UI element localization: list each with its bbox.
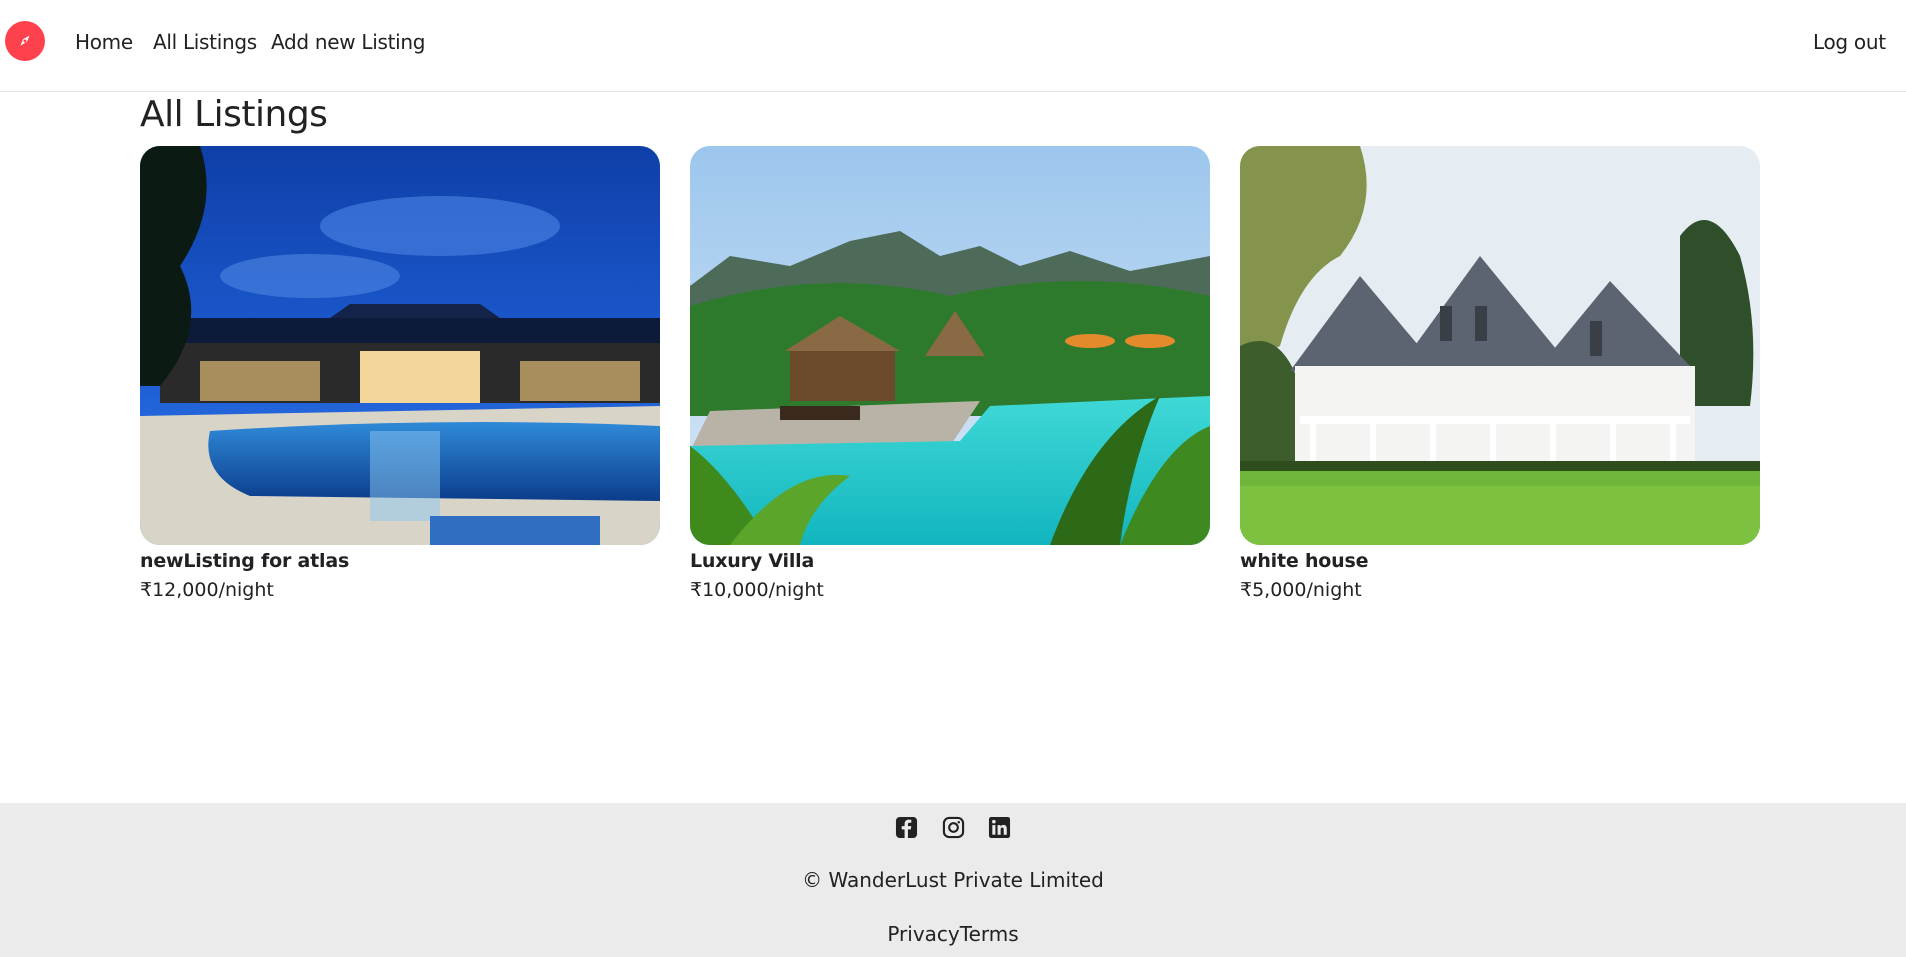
listing-image[interactable] [690, 146, 1210, 545]
listing-price: ₹10,000/night [690, 579, 824, 601]
listing-card[interactable]: newListing for atlas ₹12,000/night [140, 146, 660, 601]
listing-title: white house [1240, 550, 1369, 572]
privacy-link[interactable]: Privacy [887, 922, 959, 946]
nav-all-listings-link[interactable]: All Listings [153, 30, 257, 54]
nav-home-link[interactable]: Home [75, 30, 133, 54]
listing-card[interactable]: white house ₹5,000/night [1240, 146, 1760, 601]
linkedin-icon[interactable] [988, 816, 1011, 839]
compass-icon[interactable] [5, 21, 45, 61]
listing-image[interactable] [140, 146, 660, 545]
facebook-icon[interactable] [895, 816, 918, 839]
navbar: Home All Listings Add new Listing Log ou… [0, 0, 1906, 92]
social-links [0, 816, 1906, 839]
copyright-text: © WanderLust Private Limited [802, 868, 1104, 892]
listing-price: ₹12,000/night [140, 579, 274, 601]
instagram-icon[interactable] [942, 816, 965, 839]
nav-add-listing-link[interactable]: Add new Listing [271, 30, 425, 54]
listing-image[interactable] [1240, 146, 1760, 545]
listing-title: Luxury Villa [690, 550, 815, 572]
page-title: All Listings [140, 94, 328, 135]
legal-links: PrivacyTerms [0, 922, 1906, 946]
listing-card[interactable]: Luxury Villa ₹10,000/night [690, 146, 1210, 601]
logout-link[interactable]: Log out [1813, 30, 1886, 54]
terms-link[interactable]: Terms [960, 922, 1019, 946]
listing-price: ₹5,000/night [1240, 579, 1362, 601]
listing-title: newListing for atlas [140, 550, 350, 572]
